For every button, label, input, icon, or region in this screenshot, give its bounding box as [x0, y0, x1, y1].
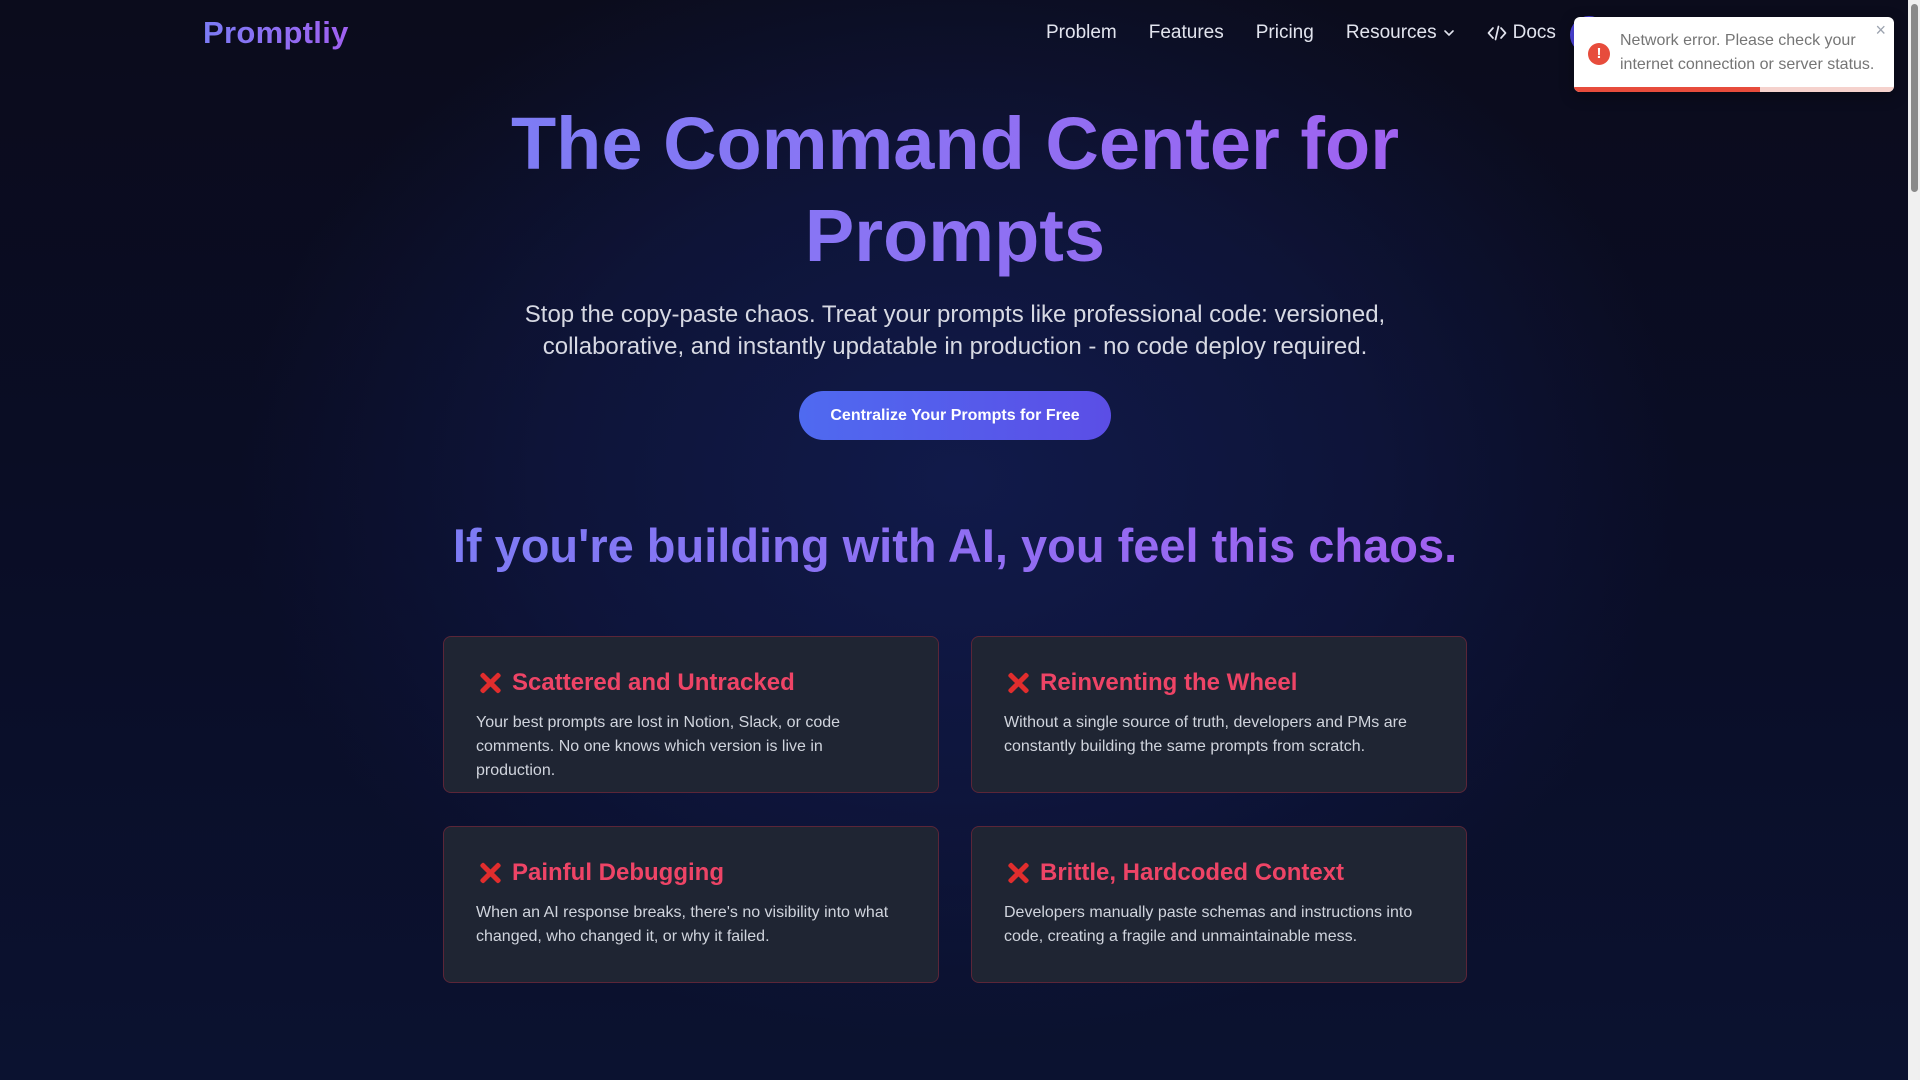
- nav-docs[interactable]: Docs: [1487, 22, 1556, 44]
- cta-button[interactable]: Centralize Your Prompts for Free: [799, 391, 1111, 440]
- main-nav: Problem Features Pricing Resources Docs: [1046, 22, 1588, 44]
- logo[interactable]: Promptliy: [203, 15, 349, 51]
- card-text: Developers manually paste schemas and in…: [1004, 904, 1413, 945]
- nav-resources[interactable]: Resources: [1346, 22, 1455, 44]
- card-text: Your best prompts are lost in Notion, Sl…: [476, 714, 841, 779]
- card-title: Scattered and Untracked: [512, 669, 795, 696]
- card-text: Without a single source of truth, develo…: [1004, 714, 1407, 755]
- nav-docs-label: Docs: [1512, 22, 1556, 43]
- problem-section-title: If you're building with AI, you feel thi…: [360, 518, 1550, 573]
- problem-card-debugging: Painful Debugging When an AI response br…: [443, 826, 939, 983]
- cross-mark-icon: [476, 669, 504, 697]
- card-heading: Scattered and Untracked: [476, 669, 906, 697]
- hero-title: The Command Center for Prompts: [410, 98, 1500, 282]
- cross-mark-icon: [476, 859, 504, 887]
- card-heading: Painful Debugging: [476, 859, 906, 887]
- chevron-down-icon: [1443, 30, 1454, 37]
- card-title: Painful Debugging: [512, 859, 724, 886]
- toast-progress-bar: [1574, 87, 1760, 92]
- close-icon[interactable]: ×: [1875, 20, 1886, 41]
- scrollbar-thumb[interactable]: [1911, 4, 1918, 192]
- problem-card-hardcoded: Brittle, Hardcoded Context Developers ma…: [971, 826, 1467, 983]
- nav-problem[interactable]: Problem: [1046, 22, 1117, 44]
- code-icon: [1487, 25, 1506, 41]
- nav-pricing[interactable]: Pricing: [1256, 22, 1314, 44]
- cross-mark-icon: [1004, 669, 1032, 697]
- nav-resources-label: Resources: [1345, 22, 1437, 43]
- toast-message: Network error. Please check your interne…: [1620, 32, 1875, 73]
- error-toast: ! Network error. Please check your inter…: [1574, 17, 1894, 92]
- scrollbar[interactable]: [1908, 0, 1920, 1080]
- problem-card-scattered: Scattered and Untracked Your best prompt…: [443, 636, 939, 793]
- card-text: When an AI response breaks, there's no v…: [476, 904, 889, 945]
- nav-features[interactable]: Features: [1149, 22, 1224, 44]
- problem-card-reinventing: Reinventing the Wheel Without a single s…: [971, 636, 1467, 793]
- card-heading: Reinventing the Wheel: [1004, 669, 1434, 697]
- card-heading: Brittle, Hardcoded Context: [1004, 859, 1434, 887]
- card-title: Reinventing the Wheel: [1040, 669, 1298, 696]
- hero-subtitle: Stop the copy-paste chaos. Treat your pr…: [524, 301, 1386, 360]
- cross-mark-icon: [1004, 859, 1032, 887]
- error-icon: !: [1588, 43, 1610, 65]
- card-title: Brittle, Hardcoded Context: [1040, 859, 1345, 886]
